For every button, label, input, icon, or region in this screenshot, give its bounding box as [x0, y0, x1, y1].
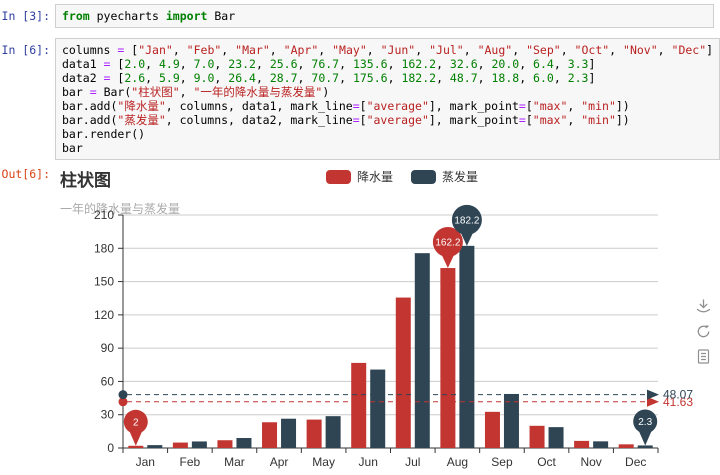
bar-蒸发量-Dec[interactable]	[637, 445, 653, 448]
chart-output: 柱状图 一年的降水量与蒸发量 降水量 蒸发量 0 30 60 90 120 150 180 21…	[55, 162, 720, 475]
x-axis-label: Sep	[491, 455, 513, 469]
bar-蒸发量-May[interactable]	[325, 416, 341, 448]
output-prompt: Out[6]:	[1, 167, 50, 181]
bar-chart-canvas[interactable]: 0 30 60 90 120 150 180 210 Jan Feb Mar Apr May Jun Jul…	[55, 195, 718, 475]
bar-降水量-Dec[interactable]	[618, 444, 634, 448]
legend-item-降水量[interactable]: 降水量	[326, 168, 393, 185]
bar-降水量-Jul[interactable]	[395, 297, 411, 448]
bar-降水量-Feb[interactable]	[172, 442, 188, 448]
x-axis-label: Apr	[270, 455, 289, 469]
x-axis-label: Jul	[405, 455, 420, 469]
y-axis-label: 0	[107, 441, 114, 455]
markline-arrow	[647, 389, 659, 400]
output-cell: Out[6]: 柱状图 一年的降水量与蒸发量 降水量 蒸发量 0 30 60 90 120…	[0, 162, 720, 475]
bar-降水量-Sep[interactable]	[484, 411, 500, 448]
markpoint-label: 162.2	[435, 238, 460, 249]
bar-蒸发量-Jul[interactable]	[414, 253, 430, 448]
bar-降水量-May[interactable]	[306, 419, 322, 448]
bar-降水量-Apr[interactable]	[262, 422, 278, 448]
legend-label: 蒸发量	[442, 170, 479, 184]
markline-average-label: 48.07	[663, 388, 693, 402]
bar-蒸发量-Mar[interactable]	[236, 438, 252, 448]
data-view-icon[interactable]	[695, 348, 712, 365]
input-prompt-2: In [6]:	[1, 43, 50, 57]
bar-降水量-Jan[interactable]	[128, 445, 144, 448]
y-axis-label: 120	[94, 308, 114, 322]
legend-label: 降水量	[357, 170, 394, 184]
code-cell-1: In [3]: from pyecharts import Bar	[0, 4, 714, 28]
x-axis-label: Jun	[359, 455, 378, 469]
markpoint-label: 182.2	[454, 215, 479, 226]
download-icon[interactable]	[695, 298, 712, 315]
bar-降水量-Nov[interactable]	[574, 440, 590, 448]
bar-蒸发量-Aug[interactable]	[459, 245, 475, 448]
code-cell-2: In [6]: columns = ["Jan", "Feb", "Mar", …	[0, 38, 720, 160]
chart-toolbox	[695, 298, 712, 365]
legend-swatch	[326, 169, 351, 184]
markpoint-label: 2.3	[638, 417, 652, 428]
code-lines-1[interactable]: from pyecharts import Bar	[62, 9, 707, 23]
markline-start-dot	[118, 390, 128, 400]
x-axis-label: Jan	[136, 455, 155, 469]
y-axis-label: 150	[94, 275, 114, 289]
x-axis-label: Aug	[447, 455, 468, 469]
y-axis-label: 90	[101, 341, 115, 355]
legend-item-蒸发量[interactable]: 蒸发量	[411, 168, 478, 185]
bar-蒸发量-Jun[interactable]	[370, 369, 386, 448]
markpoint-label: 2	[133, 417, 139, 428]
bar-降水量-Jun[interactable]	[351, 362, 367, 448]
y-axis-label: 180	[94, 241, 114, 255]
code-lines-2[interactable]: columns = ["Jan", "Feb", "Mar", "Apr", "…	[62, 43, 713, 155]
x-axis-label: Feb	[180, 455, 201, 469]
bar-蒸发量-Oct[interactable]	[548, 427, 564, 448]
input-prompt-1: In [3]:	[1, 9, 50, 23]
bar-蒸发量-Feb[interactable]	[191, 441, 207, 448]
bar-降水量-Oct[interactable]	[529, 425, 545, 448]
y-axis-label: 30	[101, 408, 115, 422]
notebook: In [3]: from pyecharts import Bar In [6]…	[0, 0, 720, 475]
bar-蒸发量-Nov[interactable]	[593, 441, 609, 448]
bar-蒸发量-Apr[interactable]	[281, 418, 297, 448]
bar-降水量-Mar[interactable]	[217, 440, 233, 448]
refresh-icon[interactable]	[695, 323, 712, 340]
y-axis-label: 60	[101, 374, 115, 388]
x-axis-label: Oct	[537, 455, 556, 469]
legend-swatch	[411, 169, 437, 184]
x-axis-label: Mar	[224, 455, 245, 469]
bar-降水量-Aug[interactable]	[440, 268, 456, 448]
bar-蒸发量-Jan[interactable]	[147, 445, 163, 448]
code-editor-1[interactable]: from pyecharts import Bar	[55, 4, 714, 28]
code-editor-2[interactable]: columns = ["Jan", "Feb", "Mar", "Apr", "…	[55, 38, 720, 160]
y-axis-label: 210	[94, 208, 114, 222]
chart-legend: 降水量 蒸发量	[326, 168, 478, 185]
x-axis-label: Nov	[580, 455, 601, 469]
x-axis-label: May	[312, 455, 335, 469]
x-axis-label: Dec	[625, 455, 646, 469]
